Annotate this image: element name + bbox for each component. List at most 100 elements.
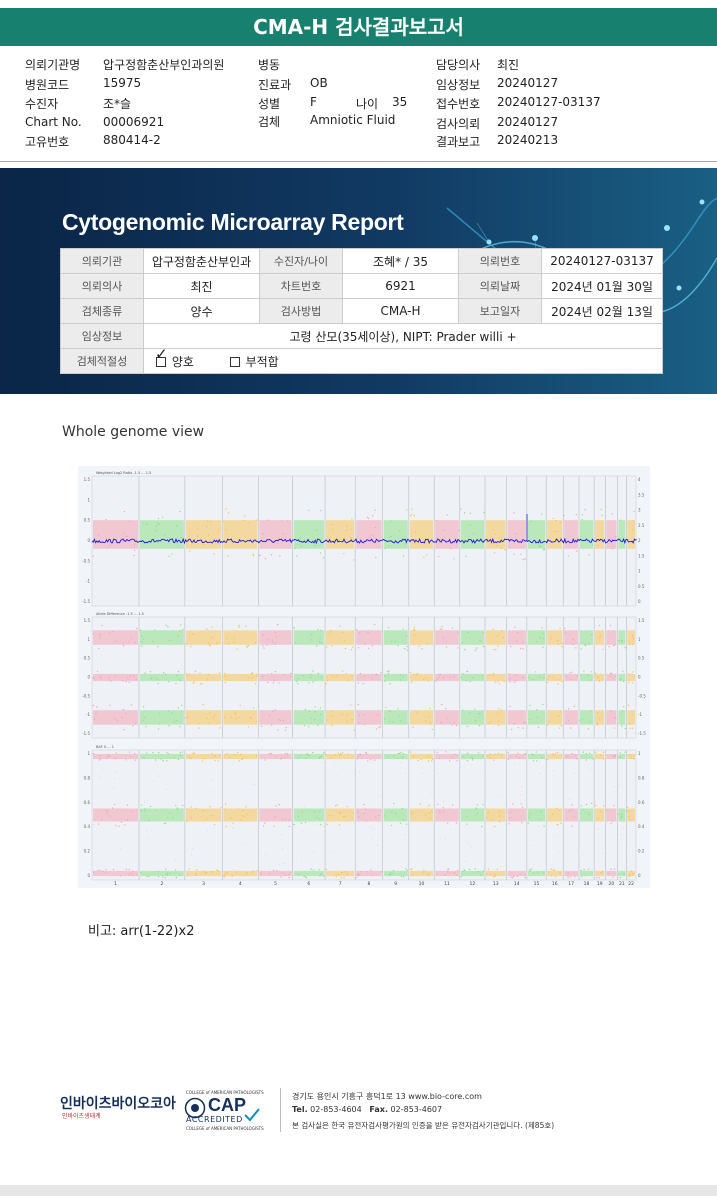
probe-point (376, 844, 378, 846)
chromosome-probe-band (564, 870, 578, 877)
probe-point (282, 872, 285, 874)
probe-point (358, 816, 360, 818)
probe-point (390, 535, 392, 538)
probe-point (530, 844, 532, 846)
probe-point (323, 752, 325, 754)
probe-point (226, 871, 228, 873)
probe-point (629, 753, 631, 756)
probe-point (121, 716, 123, 719)
probe-point (165, 789, 167, 791)
chromosome-probe-band (139, 753, 184, 760)
probe-point (323, 557, 325, 559)
probe-point (112, 868, 115, 871)
probe-point (472, 532, 475, 535)
probe-point (568, 543, 570, 545)
probe-point (336, 804, 339, 806)
probe-point (289, 871, 292, 874)
probe-point (561, 680, 563, 683)
probe-point (97, 823, 100, 825)
probe-point (621, 640, 624, 642)
probe-point (465, 679, 468, 682)
probe-point (560, 822, 562, 825)
probe-point (355, 876, 358, 879)
probe-point (192, 633, 195, 635)
probe-point (197, 722, 200, 724)
probe-point (539, 637, 541, 639)
probe-point (92, 676, 94, 679)
probe-point (540, 811, 542, 813)
probe-point (554, 752, 557, 754)
probe-point (496, 545, 498, 547)
probe-point (326, 719, 328, 721)
probe-point (455, 724, 458, 727)
probe-point (619, 519, 621, 521)
probe-point (310, 676, 312, 679)
probe-point (157, 775, 159, 777)
probe-point (436, 678, 438, 680)
probe-point (492, 675, 494, 677)
probe-point (296, 543, 299, 545)
probe-point (199, 683, 202, 685)
probe-point (320, 676, 323, 678)
probe-point (622, 680, 625, 683)
probe-point (594, 672, 596, 674)
probe-point (357, 811, 359, 813)
probe-point (380, 671, 382, 674)
probe-point (427, 816, 429, 818)
chromosome-probe-band (627, 808, 635, 822)
probe-point (543, 871, 545, 873)
probe-point (313, 810, 316, 813)
probe-point (495, 533, 497, 535)
probe-point (203, 543, 205, 545)
probe-point (576, 675, 579, 677)
probe-point (335, 876, 337, 878)
probe-point (232, 869, 234, 871)
probe-point (107, 546, 109, 549)
probe-point (555, 519, 557, 522)
probe-point (294, 824, 296, 826)
probe-point (528, 816, 530, 819)
probe-point (205, 526, 208, 528)
probe-point (106, 812, 108, 814)
probe-point (341, 713, 343, 716)
probe-point (492, 628, 494, 631)
chromosome-probe-band (579, 520, 594, 549)
value-age: 35 (392, 95, 408, 109)
chromosome-probe-band (618, 673, 626, 682)
probe-point (422, 773, 424, 775)
probe-point (369, 759, 372, 761)
chromosome-probe-band (259, 870, 292, 877)
probe-point (330, 524, 333, 526)
probe-point (613, 804, 615, 807)
probe-point (532, 754, 534, 756)
probe-point (330, 757, 332, 759)
chromosome-probe-band (383, 520, 408, 549)
probe-point (632, 520, 635, 522)
probe-point (436, 751, 439, 754)
probe-point (602, 648, 604, 651)
probe-point (601, 514, 603, 517)
probe-point (326, 675, 328, 678)
probe-point (375, 556, 377, 559)
check-mark-icon: ✓ (155, 344, 168, 363)
cap-check-icon (244, 1108, 260, 1122)
cell-h-chart-no: 차트번호 (259, 273, 343, 299)
chromosome-probe-band (293, 673, 325, 682)
probe-point (588, 813, 591, 816)
probe-point (219, 727, 221, 729)
probe-point (613, 868, 616, 870)
probe-point (441, 811, 443, 813)
probe-point (222, 875, 225, 877)
chromosome-probe-band (223, 710, 258, 725)
probe-point (244, 515, 246, 517)
probe-point (320, 509, 322, 512)
probe-point (488, 674, 491, 676)
chromosome-probe-band (326, 520, 355, 549)
probe-point (338, 824, 341, 826)
chromosome-probe-band (564, 673, 578, 682)
probe-point (225, 825, 227, 828)
probe-point (274, 643, 277, 645)
probe-point (249, 717, 252, 720)
probe-point (234, 711, 236, 714)
probe-point (619, 752, 621, 754)
